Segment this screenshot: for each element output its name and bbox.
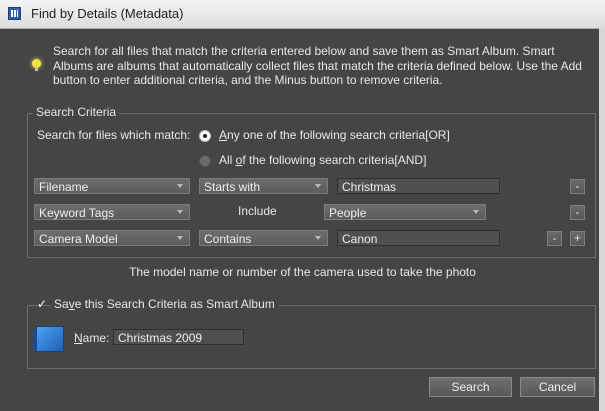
field-dropdown-3[interactable]: Camera Model xyxy=(34,230,190,246)
window-title: Find by Details (Metadata) xyxy=(31,6,184,21)
name-label: Name: xyxy=(74,331,110,345)
chevron-down-icon xyxy=(177,184,183,188)
chevron-down-icon xyxy=(315,184,321,188)
title-bar[interactable]: Find by Details (Metadata) xyxy=(0,0,605,29)
radio-all[interactable] xyxy=(199,155,211,167)
operator-label-2: Include xyxy=(238,204,277,218)
remove-criteria-button-2[interactable]: - xyxy=(570,205,585,220)
cancel-button[interactable]: Cancel xyxy=(520,377,595,397)
save-checkbox[interactable]: ✓ xyxy=(37,298,49,310)
radio-all-label[interactable]: All of the following search criteria[AND… xyxy=(219,153,426,167)
field-dropdown-2[interactable]: Keyword Tags xyxy=(34,204,190,220)
remove-criteria-button-1[interactable]: - xyxy=(570,179,585,194)
search-criteria-legend: Search Criteria xyxy=(33,105,120,119)
window-edge xyxy=(599,28,605,411)
app-grid-icon xyxy=(8,7,21,20)
lightbulb-icon xyxy=(32,59,41,71)
chevron-down-icon xyxy=(473,210,479,214)
add-criteria-button[interactable]: + xyxy=(570,231,585,246)
value-dropdown-2[interactable]: People xyxy=(324,204,486,220)
field-hint: The model name or number of the camera u… xyxy=(129,265,476,279)
match-label: Search for files which match: xyxy=(37,128,191,142)
dialog-window: Find by Details (Metadata) Search for al… xyxy=(0,0,605,411)
radio-any-label[interactable]: Any one of the following search criteria… xyxy=(219,128,450,142)
chevron-down-icon xyxy=(177,236,183,240)
save-checkbox-label[interactable]: Save this Search Criteria as Smart Album xyxy=(51,297,278,311)
info-text: Search for all files that match the crit… xyxy=(53,44,582,87)
operator-dropdown-1[interactable]: Starts with xyxy=(199,178,328,194)
album-name-input[interactable]: Christmas 2009 xyxy=(113,329,244,345)
value-input-3[interactable]: Canon xyxy=(337,230,500,246)
remove-criteria-button-3[interactable]: - xyxy=(547,231,562,246)
value-input-1[interactable]: Christmas xyxy=(337,178,500,194)
chevron-down-icon xyxy=(177,210,183,214)
smart-album-icon xyxy=(33,326,64,352)
search-button[interactable]: Search xyxy=(429,377,512,397)
field-dropdown-1[interactable]: Filename xyxy=(34,178,190,194)
radio-any[interactable] xyxy=(199,130,211,142)
chevron-down-icon xyxy=(315,236,321,240)
operator-dropdown-3[interactable]: Contains xyxy=(199,230,328,246)
